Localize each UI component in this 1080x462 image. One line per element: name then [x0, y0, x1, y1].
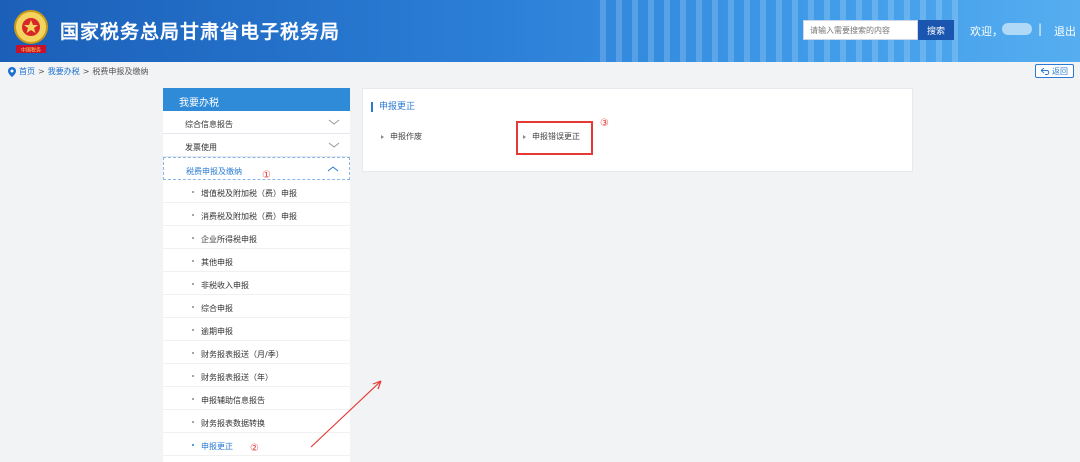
annotation-arrow — [310, 380, 382, 448]
